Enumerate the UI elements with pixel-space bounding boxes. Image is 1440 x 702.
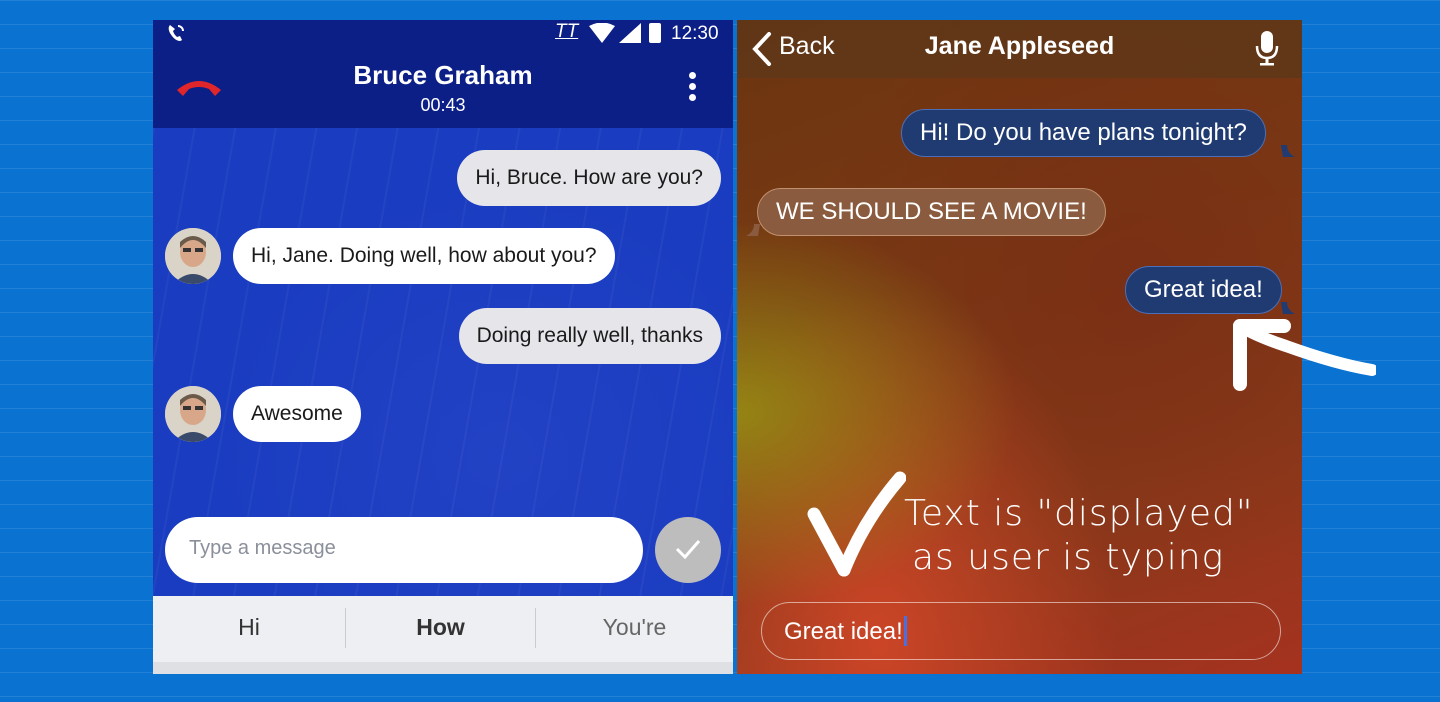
- suggestion-youre[interactable]: You're: [536, 596, 733, 662]
- suggestion-hi[interactable]: Hi: [153, 596, 345, 662]
- annotation-line-1: Text is "displayed": [904, 493, 1254, 534]
- arrow-annotation-icon: [807, 471, 906, 577]
- annotation-text: Text is "displayed" as user is typing: [904, 492, 1253, 580]
- suggestion-bar: Hi How You're: [153, 596, 733, 662]
- status-time: 12:30: [671, 23, 719, 44]
- bubble-tail: [1281, 145, 1295, 157]
- navigation-bar: [153, 662, 733, 674]
- bubble-tail: [1281, 302, 1295, 314]
- battery-icon: [649, 23, 661, 43]
- bubble-tail: [746, 224, 760, 236]
- wifi-icon: [589, 23, 615, 43]
- call-header: Bruce Graham 00:43: [153, 48, 733, 128]
- message-input-placeholder: Type a message: [189, 537, 336, 559]
- message-bubble-sent: Hi, Bruce. How are you?: [457, 150, 721, 206]
- message-bubble-received: WE SHOULD SEE A MOVIE!: [757, 188, 1106, 236]
- arrow-annotation-icon: [1233, 319, 1376, 391]
- call-timer: 00:43: [420, 95, 466, 115]
- message-bubble-received: Awesome: [233, 386, 361, 442]
- avatar: [165, 228, 221, 284]
- microphone-icon[interactable]: [1255, 30, 1279, 66]
- status-bar: TT 12:30: [153, 20, 733, 48]
- message-bubble-sent: Hi! Do you have plans tonight?: [901, 109, 1266, 157]
- message-bubble-sent: Great idea!: [1125, 266, 1282, 314]
- annotation-line-2: as user is typing: [912, 537, 1225, 578]
- text-caret: [904, 616, 907, 646]
- signal-icon: [619, 23, 641, 43]
- message-input[interactable]: Type a message: [165, 517, 643, 583]
- suggestion-how[interactable]: How: [346, 596, 535, 662]
- message-input[interactable]: Great idea!: [761, 602, 1281, 660]
- avatar: [165, 386, 221, 442]
- send-button[interactable]: [655, 517, 721, 583]
- caller-name: Bruce Graham: [353, 60, 533, 90]
- call-status-icon: [168, 25, 184, 41]
- check-icon: [675, 540, 701, 559]
- android-call-screen: TT 12:30 Bruce Graham 00:43 Hi, Bruce. H…: [153, 20, 733, 674]
- conversation: Hi, Bruce. How are you? Hi, Jane. Doing …: [153, 128, 733, 596]
- message-bubble-received: Hi, Jane. Doing well, how about you?: [233, 228, 615, 284]
- contact-name: Jane Appleseed: [924, 32, 1115, 60]
- tty-icon: TT: [555, 21, 579, 42]
- navigation-header: Back Jane Appleseed: [737, 20, 1302, 78]
- overflow-menu-icon[interactable]: [685, 72, 699, 106]
- message-input-value: Great idea!: [784, 618, 903, 645]
- message-bubble-sent: Doing really well, thanks: [458, 308, 721, 364]
